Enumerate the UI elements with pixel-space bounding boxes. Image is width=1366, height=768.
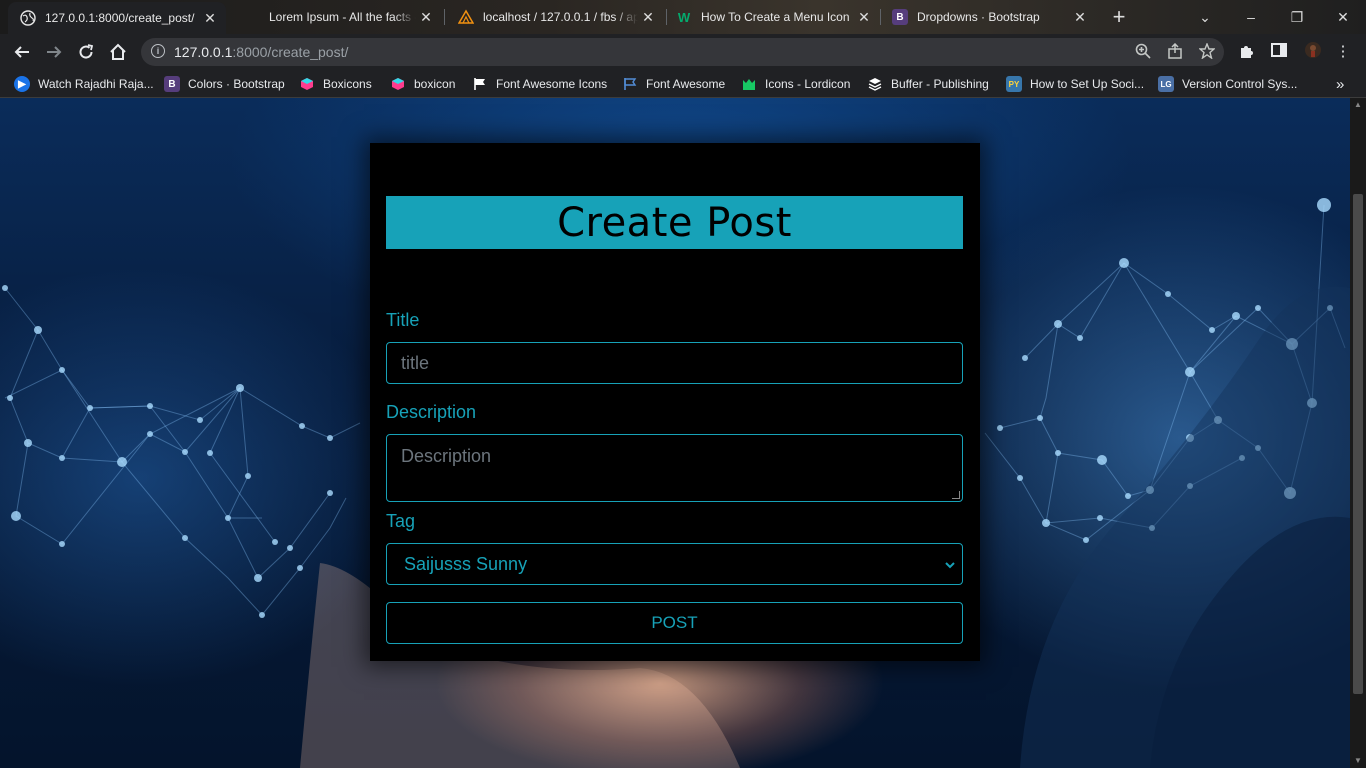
- more-bookmarks-icon[interactable]: »: [1336, 75, 1344, 93]
- tab-search-icon[interactable]: ⌄: [1182, 0, 1228, 34]
- zoom-icon[interactable]: [1133, 43, 1153, 61]
- bookmark-label: Font Awesome Icons: [496, 77, 608, 91]
- bookmark-item[interactable]: PY How to Set Up Soci...: [1006, 75, 1144, 93]
- phpmyadmin-favicon: [458, 9, 474, 25]
- tab-phpmyadmin[interactable]: localhost / 127.0.0.1 / fbs / app_post ✕: [446, 0, 664, 34]
- bookmarks-bar: ▶ Watch Rajadhi Raja... B Colors · Boots…: [0, 70, 1366, 98]
- home-icon[interactable]: [104, 38, 132, 66]
- bookmark-item[interactable]: ▶ Watch Rajadhi Raja...: [14, 75, 154, 93]
- bookmark-item[interactable]: Boxicons: [299, 75, 372, 93]
- forward-arrow-icon[interactable]: [40, 38, 68, 66]
- post-button[interactable]: POST: [386, 602, 963, 644]
- bookmark-label: Version Control Sys...: [1182, 77, 1298, 91]
- profile-avatar[interactable]: [1302, 42, 1324, 62]
- lipsum-favicon: [244, 9, 260, 25]
- menu-kebab-icon[interactable]: ⋮: [1332, 42, 1354, 62]
- close-icon[interactable]: ✕: [854, 9, 874, 26]
- lordicon-icon: [741, 76, 757, 92]
- scroll-thumb[interactable]: [1353, 194, 1363, 694]
- bookmark-item[interactable]: boxicon: [390, 75, 455, 93]
- info-icon[interactable]: i: [151, 44, 165, 58]
- bookmark-item[interactable]: Font Awesome: [622, 75, 725, 93]
- tag-selected-value: Saijusss Sunny: [404, 554, 528, 574]
- bookmark-label: Boxicons: [323, 77, 372, 91]
- address-bar[interactable]: i 127.0.0.1:8000/create_post/: [141, 38, 1224, 66]
- minimize-icon[interactable]: –: [1228, 0, 1274, 34]
- tab-title: 127.0.0.1:8000/create_post/: [45, 11, 195, 25]
- reload-icon[interactable]: [72, 38, 100, 66]
- heading-banner: Create Post: [386, 196, 963, 249]
- scroll-down-icon[interactable]: ▼: [1350, 754, 1366, 768]
- box-icon: [390, 76, 406, 92]
- back-arrow-icon[interactable]: [8, 38, 36, 66]
- flag-outline-icon: [622, 76, 638, 92]
- layers-icon: [867, 76, 883, 92]
- close-icon[interactable]: ✕: [416, 9, 436, 26]
- bookmark-label: Watch Rajadhi Raja...: [38, 77, 154, 91]
- chevron-down-icon: [944, 544, 956, 584]
- bookmark-label: How to Set Up Soci...: [1030, 77, 1145, 91]
- bookmark-item[interactable]: Font Awesome Icons: [472, 75, 607, 93]
- py-icon: PY: [1006, 76, 1022, 92]
- close-window-icon[interactable]: ✕: [1320, 0, 1366, 34]
- restore-icon[interactable]: ❐: [1274, 0, 1320, 34]
- box-icon: [299, 76, 315, 92]
- play-icon: ▶: [14, 76, 30, 92]
- share-icon[interactable]: [1165, 42, 1185, 61]
- browser-toolbar: i 127.0.0.1:8000/create_post/ ⋮: [0, 34, 1366, 70]
- resize-handle-icon[interactable]: [952, 491, 960, 499]
- page-scrollbar[interactable]: ▲ ▼: [1350, 98, 1366, 768]
- globe-icon: [20, 10, 36, 26]
- bookmark-star-icon[interactable]: [1197, 42, 1217, 61]
- bookmark-label: Buffer - Publishing: [891, 77, 989, 91]
- tab-title: Dropdowns · Bootstrap: [917, 10, 1040, 24]
- bookmark-item[interactable]: Icons - Lordicon: [741, 75, 850, 93]
- bookmark-label: Icons - Lordicon: [765, 77, 851, 91]
- bookmark-item[interactable]: Buffer - Publishing: [867, 75, 989, 93]
- scroll-up-icon[interactable]: ▲: [1350, 98, 1366, 112]
- vcs-icon: LG: [1158, 76, 1174, 92]
- tab-title: Lorem Ipsum - All the facts - Lipsum gen…: [269, 10, 416, 24]
- bootstrap-favicon: B: [892, 9, 908, 25]
- description-placeholder: Description: [401, 446, 492, 466]
- bookmark-item[interactable]: LG Version Control Sys...: [1158, 75, 1297, 93]
- close-icon[interactable]: ✕: [200, 10, 220, 27]
- tab-strip: 127.0.0.1:8000/create_post/ ✕ Lorem Ipsu…: [0, 0, 1366, 34]
- w3schools-favicon: W: [677, 9, 691, 25]
- title-placeholder: title: [401, 353, 430, 373]
- tab-title: How To Create a Menu Icon: [701, 10, 850, 24]
- new-tab-button[interactable]: +: [1096, 0, 1142, 34]
- tag-select[interactable]: Saijusss Sunny: [386, 543, 963, 585]
- description-label: Description: [386, 402, 477, 422]
- bookmark-item[interactable]: B Colors · Bootstrap: [164, 75, 285, 93]
- description-textarea[interactable]: Description: [386, 434, 963, 502]
- title-label: Title: [386, 310, 420, 330]
- bootstrap-icon: B: [164, 76, 180, 92]
- bookmark-label: boxicon: [414, 77, 456, 91]
- url-text[interactable]: 127.0.0.1:8000/create_post/: [174, 44, 348, 60]
- title-input[interactable]: title: [386, 342, 963, 384]
- create-post-card: Create Post Title title Description Desc…: [370, 143, 980, 661]
- side-panel-icon[interactable]: [1268, 42, 1290, 62]
- tab-w3schools[interactable]: W How To Create a Menu Icon ✕: [664, 0, 880, 34]
- tab-create-post[interactable]: 127.0.0.1:8000/create_post/ ✕: [8, 2, 226, 34]
- extensions-puzzle-icon[interactable]: [1236, 42, 1258, 62]
- flag-icon: [472, 76, 488, 92]
- close-icon[interactable]: ✕: [638, 9, 658, 26]
- tab-title: localhost / 127.0.0.1 / fbs / app_post: [483, 10, 638, 24]
- page-title: Create Post: [557, 199, 792, 246]
- tab-lorem-ipsum[interactable]: Lorem Ipsum - All the facts - Lipsum gen…: [232, 0, 442, 34]
- bookmark-label: Colors · Bootstrap: [188, 77, 285, 91]
- tag-label: Tag: [386, 511, 416, 531]
- bookmark-label: Font Awesome: [646, 77, 726, 91]
- tab-bootstrap-dropdowns[interactable]: B Dropdowns · Bootstrap ✕: [880, 0, 1096, 34]
- close-icon[interactable]: ✕: [1070, 9, 1090, 26]
